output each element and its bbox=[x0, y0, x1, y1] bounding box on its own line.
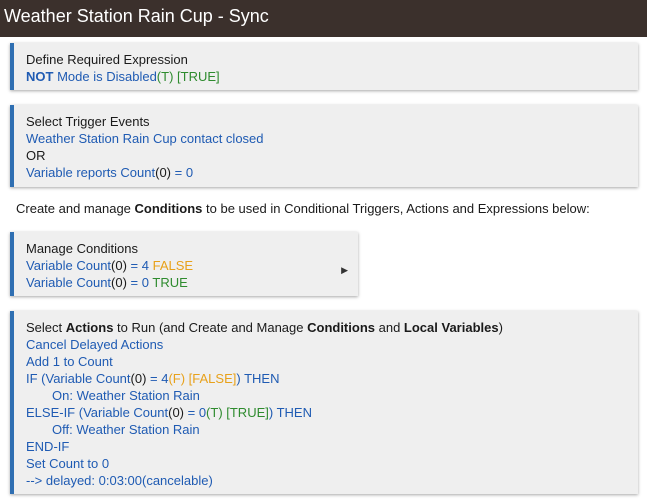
condition-2-text: Variable Count bbox=[26, 275, 112, 290]
elseif-text: ELSE-IF (Variable Count bbox=[26, 405, 169, 420]
actions-heading-conditions: Conditions bbox=[307, 320, 375, 335]
condition-2-value: (0) bbox=[111, 275, 127, 290]
required-expression-value[interactable]: NOT Mode is Disabled(T) [TRUE] bbox=[26, 68, 638, 85]
condition-1-text: Variable Count bbox=[26, 258, 112, 273]
conditions-intro: Create and manage Conditions to be used … bbox=[16, 201, 590, 216]
actions-heading-actions: Actions bbox=[65, 320, 114, 335]
trigger-event-2-text: Variable reports Count bbox=[26, 165, 156, 180]
trigger-event-2-value: (0) bbox=[155, 165, 171, 180]
condition-item[interactable]: Variable Count(0) = 0 TRUE bbox=[26, 274, 358, 291]
if-state: (F) [FALSE] bbox=[168, 371, 237, 386]
action-else-if[interactable]: ELSE-IF (Variable Count(0) = 0(T) [TRUE]… bbox=[26, 404, 638, 421]
trigger-event-2: Variable reports Count(0) = 0 bbox=[26, 164, 638, 181]
action-on[interactable]: On: Weather Station Rain bbox=[26, 387, 638, 404]
not-operator: NOT bbox=[26, 69, 54, 84]
action-cancel-delayed[interactable]: Cancel Delayed Actions bbox=[26, 336, 638, 353]
action-if[interactable]: IF (Variable Count(0) = 4(F) [FALSE]) TH… bbox=[26, 370, 638, 387]
intro-text-after: to be used in Conditional Triggers, Acti… bbox=[202, 201, 590, 216]
condition-item[interactable]: Variable Count(0) = 4 FALSE bbox=[26, 257, 358, 274]
page-title: Weather Station Rain Cup - Sync bbox=[4, 6, 269, 26]
trigger-event-1: Weather Station Rain Cup contact closed bbox=[26, 131, 264, 146]
actions-heading-end: ) bbox=[498, 320, 503, 335]
trigger-event-2-compare: = 0 bbox=[171, 165, 194, 180]
action-add-to-count[interactable]: Add 1 to Count bbox=[26, 353, 638, 370]
if-text: IF (Variable Count bbox=[26, 371, 131, 386]
action-set-count[interactable]: Set Count to 0 bbox=[26, 455, 638, 472]
if-compare: = 4 bbox=[146, 371, 169, 386]
actions-heading: Select Actions to Run (and Create and Ma… bbox=[26, 319, 638, 336]
condition-1-value: (0) bbox=[111, 258, 127, 273]
expand-arrow-icon[interactable]: ▶ bbox=[341, 262, 348, 279]
actions-heading-mid: to Run (and Create and Manage bbox=[113, 320, 308, 335]
actions-heading-select: Select bbox=[26, 320, 66, 335]
intro-text-before: Create and manage bbox=[16, 201, 135, 216]
actions-heading-local-variables: Local Variables bbox=[403, 320, 499, 335]
elseif-state: (T) [TRUE] bbox=[206, 405, 269, 420]
required-expression-heading: Define Required Expression bbox=[26, 52, 188, 67]
trigger-events-card[interactable]: Select Trigger Events Weather Station Ra… bbox=[10, 105, 638, 187]
elseif-compare: = 0 bbox=[184, 405, 207, 420]
condition-1-state: FALSE bbox=[152, 258, 194, 273]
elseif-then: ) THEN bbox=[268, 405, 312, 420]
condition-2-state: TRUE bbox=[152, 275, 188, 290]
elseif-value: (0) bbox=[168, 405, 184, 420]
action-delayed[interactable]: --> delayed: 0:03:00(cancelable) bbox=[26, 472, 638, 489]
actions-heading-and: and bbox=[375, 320, 404, 335]
mode-state-true: [TRUE] bbox=[177, 69, 220, 84]
mode-condition: Mode is Disabled bbox=[57, 69, 157, 84]
action-off[interactable]: Off: Weather Station Rain bbox=[26, 421, 638, 438]
mode-state-t: (T) bbox=[156, 69, 174, 84]
condition-2-compare: = 0 bbox=[126, 275, 153, 290]
manage-conditions-heading: Manage Conditions bbox=[26, 241, 139, 256]
trigger-or: OR bbox=[26, 148, 46, 163]
actions-card[interactable]: Select Actions to Run (and Create and Ma… bbox=[10, 311, 638, 494]
if-value: (0) bbox=[130, 371, 147, 386]
condition-1-compare: = 4 bbox=[126, 258, 153, 273]
action-end-if[interactable]: END-IF bbox=[26, 438, 638, 455]
if-then: ) THEN bbox=[236, 371, 280, 386]
required-expression-card[interactable]: Define Required Expression NOT Mode is D… bbox=[10, 43, 638, 90]
intro-text-bold: Conditions bbox=[134, 201, 203, 216]
trigger-events-heading: Select Trigger Events bbox=[26, 114, 150, 129]
manage-conditions-card[interactable]: Manage Conditions Variable Count(0) = 4 … bbox=[10, 232, 358, 296]
title-bar: Weather Station Rain Cup - Sync bbox=[0, 0, 647, 37]
